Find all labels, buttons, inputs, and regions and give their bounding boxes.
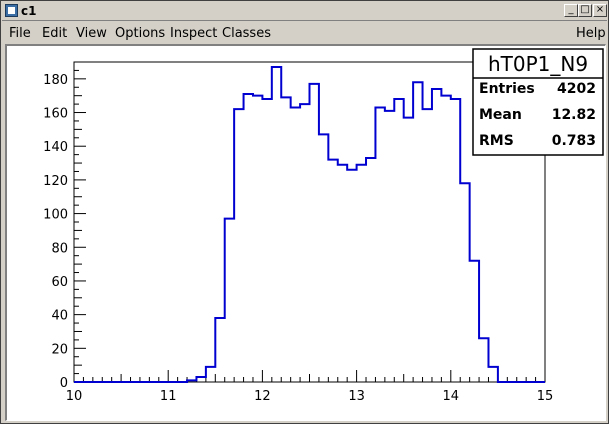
menu-file[interactable]: File xyxy=(9,26,31,41)
menu-classes[interactable]: Classes xyxy=(222,26,271,41)
x-tick-label: 11 xyxy=(160,389,177,404)
stats-rms-label: RMS xyxy=(479,133,514,149)
y-tick-label: 80 xyxy=(51,241,68,256)
x-tick-label: 10 xyxy=(66,389,83,404)
stats-entries-value: 4202 xyxy=(557,81,596,97)
y-tick-label: 0 xyxy=(60,376,68,391)
stats-rms-value: 0.783 xyxy=(552,133,596,149)
stats-name: hT0P1_N9 xyxy=(488,52,588,76)
y-tick-label: 140 xyxy=(43,140,68,155)
window-title: c1 xyxy=(21,4,37,18)
menu-edit[interactable]: Edit xyxy=(42,26,67,41)
menu-inspect[interactable]: Inspect xyxy=(170,26,217,41)
menu-options[interactable]: Options xyxy=(115,26,165,41)
y-tick-label: 100 xyxy=(43,208,68,223)
stats-mean-value: 12.82 xyxy=(552,107,596,123)
x-tick-label: 13 xyxy=(348,389,365,404)
x-tick-label: 15 xyxy=(537,389,554,404)
close-button[interactable]: × xyxy=(593,4,607,17)
stats-mean-label: Mean xyxy=(479,107,522,123)
minimize-button[interactable]: _ xyxy=(564,4,578,17)
title-bar[interactable]: c1 _ □ × xyxy=(2,2,607,21)
stats-box: hT0P1_N9 Entries 4202 Mean 12.82 RMS 0.7… xyxy=(472,48,604,156)
x-tick-label: 14 xyxy=(443,389,460,404)
menu-help[interactable]: Help xyxy=(576,26,606,41)
y-tick-label: 40 xyxy=(51,309,68,324)
x-tick-label: 12 xyxy=(254,389,271,404)
canvas-window: c1 _ □ × File Edit View Options Inspect … xyxy=(0,0,609,424)
y-tick-label: 180 xyxy=(43,73,68,88)
histogram-plot: 10 11 12 13 14 15 0 20 40 60 80 100 120 140 160 180 hT0… xyxy=(43,48,604,404)
plot-canvas[interactable]: 10 11 12 13 14 15 0 20 40 60 80 100 120 140 160 180 hT0… xyxy=(5,44,606,421)
menu-bar: File Edit View Options Inspect Classes H… xyxy=(2,23,607,43)
y-tick-label: 160 xyxy=(43,107,68,122)
menu-view[interactable]: View xyxy=(76,26,107,41)
y-tick-label: 20 xyxy=(51,342,68,357)
stats-entries-label: Entries xyxy=(479,81,535,97)
root-canvas-icon xyxy=(5,4,18,17)
y-tick-label: 60 xyxy=(51,275,68,290)
maximize-button[interactable]: □ xyxy=(578,4,592,17)
y-tick-label: 120 xyxy=(43,174,68,189)
